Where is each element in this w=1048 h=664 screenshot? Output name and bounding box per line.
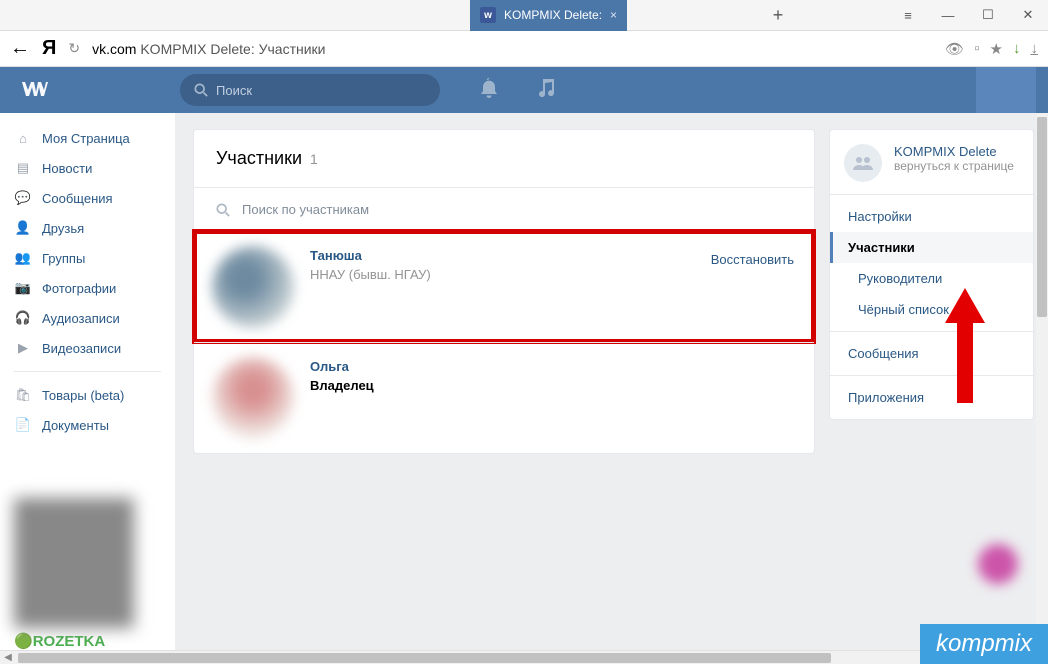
- browser-tab-active[interactable]: w KOMPMIX Delete: ×: [470, 0, 627, 31]
- nav-news[interactable]: ▤Новости: [0, 153, 175, 183]
- side-item-apps[interactable]: Приложения: [830, 382, 1033, 413]
- back-button[interactable]: ←: [10, 37, 30, 60]
- minimize-button[interactable]: —: [928, 0, 968, 31]
- nav-documents[interactable]: 📄Документы: [0, 410, 175, 440]
- group-header-text: KOMPMIX Delete вернуться к странице: [894, 144, 1014, 182]
- tab-close-icon[interactable]: ×: [610, 8, 617, 22]
- vk-search-input[interactable]: Поиск: [180, 74, 440, 106]
- scrollbar-thumb[interactable]: [1037, 117, 1047, 317]
- yandex-logo[interactable]: Я: [42, 37, 56, 60]
- vk-top-bar: Поиск: [0, 67, 1048, 113]
- member-role: Владелец: [310, 378, 796, 393]
- member-name-link[interactable]: Ольга: [310, 359, 796, 374]
- restore-link[interactable]: Восстановить: [711, 252, 794, 267]
- nav-friends[interactable]: 👤Друзья: [0, 213, 175, 243]
- side-item-blacklist[interactable]: Чёрный список: [830, 294, 1033, 325]
- notifications-bell-icon[interactable]: [480, 78, 498, 103]
- back-to-page-link[interactable]: вернуться к странице: [894, 159, 1014, 173]
- video-icon: ▶: [14, 339, 32, 357]
- side-divider: [830, 331, 1033, 332]
- group-avatar-icon: [844, 144, 882, 182]
- panel-header: Участники 1: [194, 130, 814, 187]
- panel-title: Участники: [216, 148, 302, 169]
- nav-my-page[interactable]: ⌂Моя Страница: [0, 123, 175, 153]
- maximize-button[interactable]: ☐: [968, 0, 1008, 31]
- download-arrow-icon[interactable]: ↓: [1013, 40, 1021, 57]
- side-menu: Настройки Участники Руководители Чёрный …: [830, 195, 1033, 419]
- headphones-icon: 🎧: [14, 309, 32, 327]
- close-window-button[interactable]: ✕: [1008, 0, 1048, 31]
- reload-button[interactable]: ↻: [68, 40, 80, 57]
- nav-video[interactable]: ▶Видеозаписи: [0, 333, 175, 363]
- bookmark-star-icon[interactable]: ★: [990, 40, 1003, 58]
- scroll-left-arrow[interactable]: ◀: [0, 652, 16, 663]
- document-icon: 📄: [14, 416, 32, 434]
- camera-icon: 📷: [14, 279, 32, 297]
- panel-count: 1: [310, 151, 318, 167]
- watermark: kompmix: [920, 624, 1048, 664]
- messages-icon: 💬: [14, 189, 32, 207]
- new-tab-button[interactable]: +: [762, 5, 794, 26]
- center-column: Участники 1 Поиск по участникам Танюша Н…: [175, 113, 823, 650]
- side-item-members[interactable]: Участники: [830, 232, 1033, 263]
- nav-divider: [14, 371, 161, 372]
- menu-icon[interactable]: ≡: [888, 0, 928, 31]
- window-titlebar: w KOMPMIX Delete: × + ≡ — ☐ ✕: [0, 0, 1048, 31]
- group-title-link[interactable]: KOMPMIX Delete: [894, 144, 1014, 159]
- scrollbar-thumb[interactable]: [18, 653, 831, 663]
- member-search-input[interactable]: Поиск по участникам: [194, 187, 814, 231]
- side-item-messages[interactable]: Сообщения: [830, 338, 1033, 369]
- vk-logo[interactable]: [20, 77, 180, 103]
- nav-messages[interactable]: 💬Сообщения: [0, 183, 175, 213]
- window-controls: ≡ — ☐ ✕: [888, 0, 1048, 31]
- side-item-managers[interactable]: Руководители: [830, 263, 1033, 294]
- side-divider: [830, 375, 1033, 376]
- vertical-scrollbar[interactable]: [1036, 113, 1048, 650]
- horizontal-scrollbar[interactable]: ◀ ▶: [0, 650, 1048, 664]
- floating-avatar[interactable]: [978, 544, 1018, 584]
- music-note-icon[interactable]: [538, 79, 554, 102]
- search-icon: [194, 83, 208, 97]
- ad-image: [14, 498, 134, 628]
- side-item-settings[interactable]: Настройки: [830, 201, 1033, 232]
- nav-market[interactable]: 🛍Товары (beta): [0, 380, 175, 410]
- member-info: Ольга Владелец: [310, 357, 796, 393]
- url-domain: vk.com: [92, 41, 136, 57]
- read-mode-icon[interactable]: 👁: [945, 40, 964, 58]
- header-user-area[interactable]: [976, 67, 1036, 113]
- home-icon: ⌂: [14, 129, 32, 147]
- news-icon: ▤: [14, 159, 32, 177]
- ad-block[interactable]: 🟢ROZETKA: [14, 498, 144, 650]
- search-placeholder: Поиск: [216, 83, 252, 98]
- shield-icon[interactable]: ▫: [974, 40, 979, 57]
- tab-title: KOMPMIX Delete:: [504, 8, 602, 22]
- page-body: ⌂Моя Страница ▤Новости 💬Сообщения 👤Друзь…: [0, 113, 1048, 650]
- member-row: Ольга Владелец: [194, 342, 814, 453]
- friends-icon: 👤: [14, 219, 32, 237]
- group-header: KOMPMIX Delete вернуться к странице: [830, 130, 1033, 195]
- search-icon: [216, 203, 230, 217]
- members-panel: Участники 1 Поиск по участникам Танюша Н…: [193, 129, 815, 454]
- nav-groups[interactable]: 👥Группы: [0, 243, 175, 273]
- member-subtitle: ННАУ (бывш. НГАУ): [310, 267, 796, 282]
- member-avatar[interactable]: [212, 246, 294, 328]
- url-path: KOMPMIX Delete: Участники: [136, 41, 325, 57]
- downloads-icon[interactable]: ↓: [1031, 40, 1039, 57]
- url-field[interactable]: vk.com KOMPMIX Delete: Участники: [92, 41, 933, 57]
- nav-audio[interactable]: 🎧Аудиозаписи: [0, 303, 175, 333]
- ad-label: 🟢ROZETKA: [14, 632, 144, 650]
- group-side-panel: KOMPMIX Delete вернуться к странице Наст…: [829, 129, 1034, 420]
- bag-icon: 🛍: [14, 386, 32, 404]
- nav-photos[interactable]: 📷Фотографии: [0, 273, 175, 303]
- address-bar: ← Я ↻ vk.com KOMPMIX Delete: Участники 👁…: [0, 31, 1048, 67]
- groups-icon: 👥: [14, 249, 32, 267]
- member-avatar[interactable]: [212, 357, 294, 439]
- member-search-placeholder: Поиск по участникам: [242, 202, 369, 217]
- vk-favicon: w: [480, 7, 496, 23]
- member-row: Танюша ННАУ (бывш. НГАУ) Восстановить: [194, 231, 814, 342]
- addressbar-actions: 👁 ▫ ★ ↓ ↓: [945, 40, 1038, 58]
